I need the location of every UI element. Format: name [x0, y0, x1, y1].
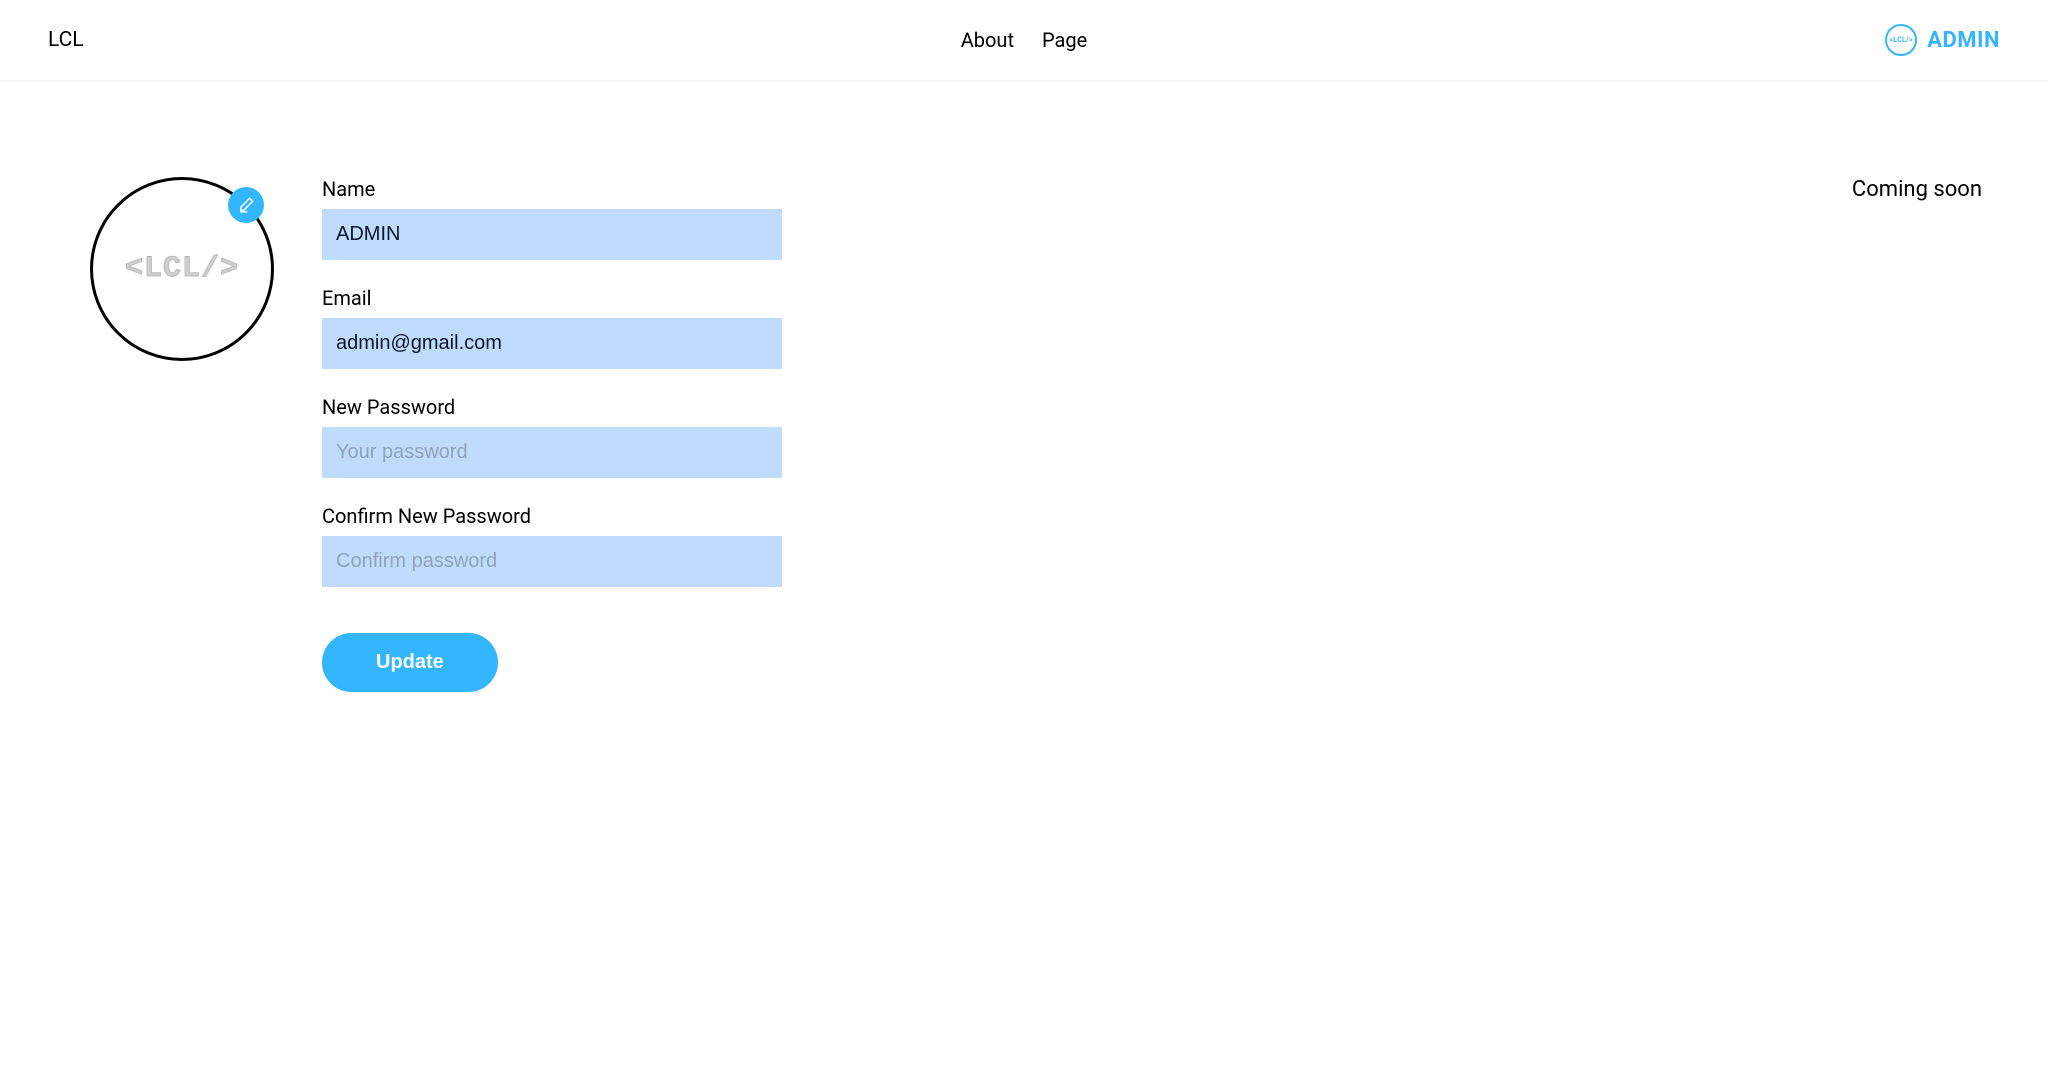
nav-link-page[interactable]: Page — [1042, 28, 1087, 52]
label-name: Name — [322, 177, 782, 201]
label-new-password: New Password — [322, 395, 782, 419]
input-name[interactable] — [322, 209, 782, 260]
update-button[interactable]: Update — [322, 633, 498, 692]
avatar-mini-icon: <LCL/> — [1885, 24, 1917, 56]
user-label: ADMIN — [1927, 28, 2000, 53]
profile-form: Name Email New Password Confirm New Pass… — [322, 177, 782, 692]
field-email: Email — [322, 286, 782, 369]
label-confirm-password: Confirm New Password — [322, 504, 782, 528]
avatar-logo-text: <LCL/> — [125, 252, 239, 286]
field-confirm-password: Confirm New Password — [322, 504, 782, 587]
user-chip[interactable]: <LCL/> ADMIN — [1885, 24, 2000, 56]
brand-logo[interactable]: LCL — [48, 28, 84, 52]
main-content: <LCL/> Name Email New Password Confirm N… — [0, 81, 2048, 752]
input-confirm-password[interactable] — [322, 536, 782, 587]
input-new-password[interactable] — [322, 427, 782, 478]
nav-link-about[interactable]: About — [961, 28, 1014, 52]
pencil-icon — [237, 196, 255, 214]
field-name: Name — [322, 177, 782, 260]
avatar-column: <LCL/> — [90, 177, 274, 361]
label-email: Email — [322, 286, 782, 310]
input-email[interactable] — [322, 318, 782, 369]
coming-soon-text: Coming soon — [1852, 177, 1988, 202]
nav-center: About Page — [961, 28, 1088, 52]
field-new-password: New Password — [322, 395, 782, 478]
header: LCL About Page <LCL/> ADMIN — [0, 0, 2048, 81]
edit-avatar-button[interactable] — [228, 187, 264, 223]
